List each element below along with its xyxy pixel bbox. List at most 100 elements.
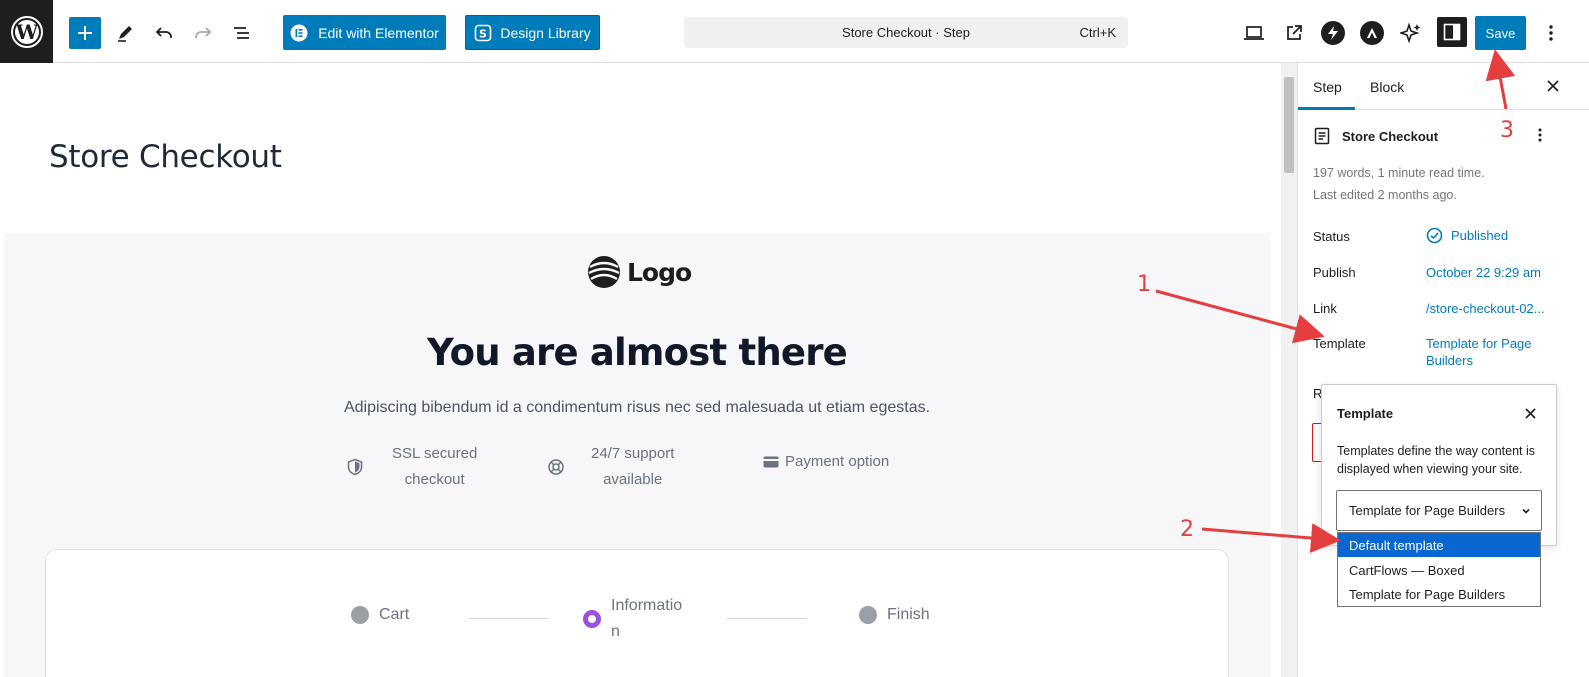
template-description: Templates define the way content is disp… (1337, 444, 1536, 476)
step-cart[interactable]: Cart (351, 606, 409, 624)
astra-plugin-button[interactable] (1359, 16, 1385, 50)
design-library-icon: S (475, 24, 492, 41)
svg-text:W: W (14, 20, 38, 44)
close-icon (1524, 407, 1536, 419)
elementor-icon (290, 24, 308, 41)
tab-step[interactable]: Step (1313, 79, 1342, 95)
template-value-button[interactable]: Template for Page Builders (1426, 335, 1532, 369)
command-palette-bar[interactable]: Store Checkout · Step Ctrl+K (684, 17, 1128, 48)
page-icon (1314, 127, 1330, 145)
status-label: Status (1313, 229, 1350, 244)
step-information-label: Informatio n (611, 597, 683, 640)
template-popover-title: Template (1337, 406, 1394, 421)
option-default-template[interactable]: Default template (1338, 533, 1540, 557)
step-dot-inactive-icon (859, 606, 877, 624)
link-label: Link (1313, 301, 1337, 316)
step-information[interactable]: Informatio n (583, 593, 682, 645)
step-connector (727, 618, 807, 619)
more-vertical-icon (1549, 25, 1553, 41)
preview-button[interactable] (1241, 16, 1267, 50)
plus-icon (78, 26, 92, 40)
document-actions-button[interactable] (1538, 127, 1554, 147)
credit-card-icon (763, 456, 779, 467)
undo-button[interactable] (147, 16, 181, 50)
sparkles-icon (1400, 22, 1421, 44)
edit-with-elementor-button[interactable]: Edit with Elementor (283, 15, 446, 50)
external-link-icon (1287, 25, 1302, 40)
ai-assistant-button[interactable] (1398, 16, 1424, 50)
shield-icon (347, 458, 363, 476)
document-summary: Store Checkout (1314, 127, 1438, 145)
permalink-button[interactable]: /store-checkout-02... (1426, 301, 1545, 316)
chevron-down-icon (1522, 508, 1530, 514)
design-library-button[interactable]: S Design Library (465, 15, 600, 50)
badge-payment: Payment option (763, 453, 889, 470)
save-button[interactable]: Save (1475, 16, 1526, 50)
logo-text: Logo (627, 257, 692, 287)
page-title[interactable]: Store Checkout (49, 139, 282, 175)
svg-text:S: S (479, 27, 487, 40)
canvas-scrollbar[interactable] (1281, 63, 1297, 677)
last-edited: Last edited 2 months ago. (1313, 188, 1457, 202)
hero-heading: You are almost there (427, 331, 848, 374)
editor-canvas[interactable]: Store Checkout Logo You are almost there… (0, 63, 1283, 677)
check-circle-icon (1426, 227, 1443, 244)
close-sidebar-button[interactable] (1543, 76, 1563, 96)
template-popover: Template Templates define the way conten… (1321, 384, 1557, 546)
badge-ssl-text: SSL secured checkout (392, 445, 478, 488)
command-shortcut: Ctrl+K (1079, 25, 1116, 40)
more-vertical-icon (1538, 128, 1542, 142)
bolt-icon (1321, 21, 1345, 45)
option-template-page-builders[interactable]: Template for Page Builders (1338, 582, 1540, 606)
design-library-label: Design Library (500, 24, 591, 41)
logo-mark-icon (588, 256, 620, 288)
template-select-value: Template for Page Builders (1349, 503, 1506, 518)
template-label: Template (1313, 336, 1366, 351)
options-menu-button[interactable] (1541, 16, 1561, 50)
save-label: Save (1485, 25, 1516, 41)
scrollbar-thumb[interactable] (1284, 77, 1294, 173)
annotation-label-3: 3 (1500, 118, 1514, 143)
publish-date-button[interactable]: October 22 9:29 am (1426, 265, 1541, 280)
view-post-button[interactable] (1281, 16, 1307, 50)
wordpress-logo-icon[interactable]: W (0, 0, 53, 63)
bolt-plugin-button[interactable] (1320, 16, 1346, 50)
checkout-header-section[interactable]: Logo You are almost there Adipiscing bib… (4, 233, 1270, 677)
document-summary-title: Store Checkout (1342, 128, 1439, 144)
redo-button[interactable] (186, 16, 220, 50)
settings-sidebar-toggle[interactable] (1437, 17, 1467, 47)
editor-toolbar: W Edit with Elementor S Design Library S… (0, 0, 1589, 63)
step-dot-inactive-icon (351, 606, 369, 624)
redo-icon (195, 27, 212, 38)
add-block-button[interactable] (69, 17, 101, 49)
sidebar-icon (1443, 23, 1461, 41)
step-finish[interactable]: Finish (859, 606, 930, 624)
step-dot-active-icon (583, 610, 601, 628)
document-overview-button[interactable] (225, 16, 259, 50)
undo-icon (155, 27, 172, 38)
editor-window: W Edit with Elementor S Design Library S… (0, 0, 1589, 677)
badge-ssl: SSL secured checkout (346, 441, 477, 493)
tab-block[interactable]: Block (1370, 79, 1404, 95)
pencil-icon (118, 26, 132, 42)
edit-with-elementor-label: Edit with Elementor (318, 24, 439, 41)
document-title: Store Checkout · Step (842, 25, 970, 40)
active-tab-indicator (1298, 107, 1355, 110)
lifebuoy-icon (548, 459, 564, 475)
status-value-button[interactable]: Published (1426, 227, 1508, 244)
template-select[interactable]: Template for Page Builders (1336, 490, 1542, 531)
sidebar-tabs: Step Block (1298, 63, 1589, 110)
site-logo: Logo (587, 255, 692, 289)
close-popover-button[interactable] (1521, 404, 1539, 422)
badge-support: 24/7 support available (547, 441, 674, 493)
list-view-icon (234, 27, 249, 39)
step-connector (469, 618, 549, 619)
publish-label: Publish (1313, 265, 1356, 280)
template-options-list: Default template CartFlows — Boxed Templ… (1337, 532, 1541, 607)
checkout-steps-card: Cart Informatio n Finish (45, 549, 1229, 677)
option-cartflows-boxed[interactable]: CartFlows — Boxed (1338, 558, 1540, 582)
close-icon (1547, 80, 1559, 92)
tools-button[interactable] (108, 16, 142, 50)
word-count: 197 words, 1 minute read time. (1313, 166, 1485, 180)
badge-support-text: 24/7 support available (591, 445, 675, 488)
